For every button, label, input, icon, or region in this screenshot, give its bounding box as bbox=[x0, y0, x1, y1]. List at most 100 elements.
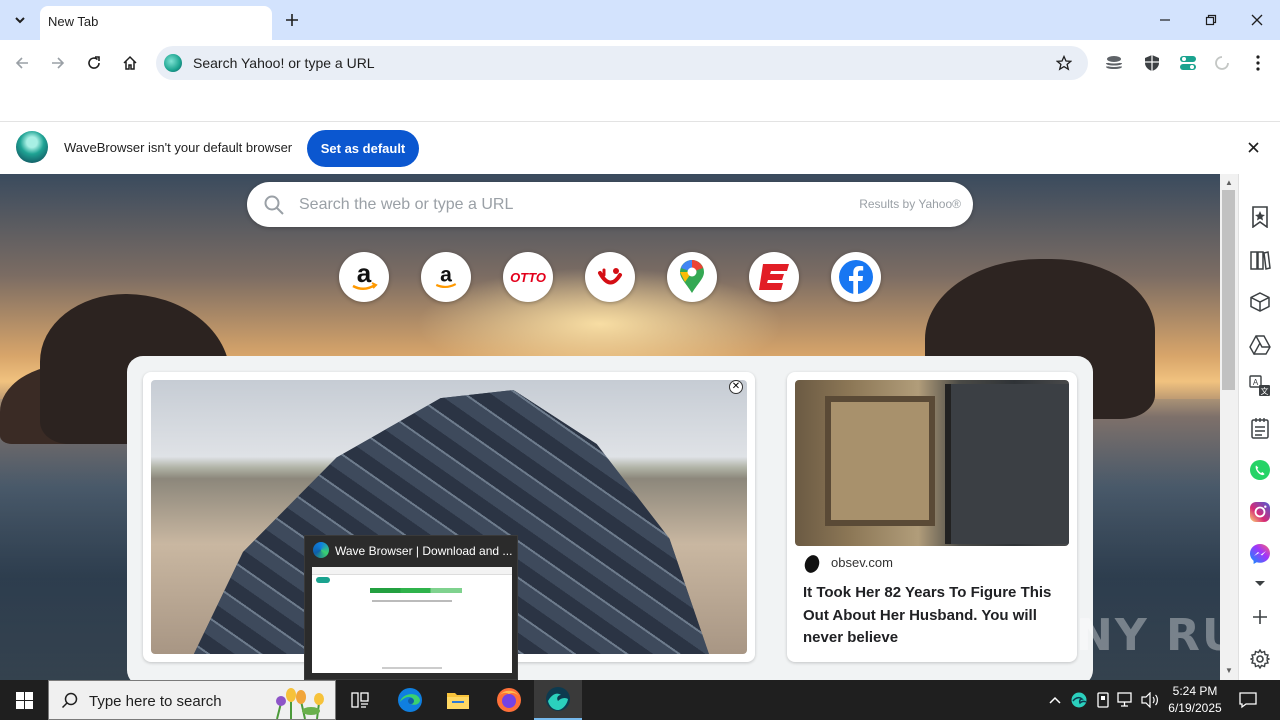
shortcut-google-maps[interactable] bbox=[667, 252, 717, 302]
new-tab-button[interactable] bbox=[280, 8, 304, 32]
scroll-up-arrow[interactable]: ▲ bbox=[1224, 178, 1234, 188]
extension-toggle-button[interactable] bbox=[1175, 50, 1201, 76]
file-explorer-icon bbox=[447, 693, 469, 709]
chevron-down-icon bbox=[1255, 581, 1265, 586]
notification-center-button[interactable] bbox=[1236, 688, 1260, 712]
minimize-icon bbox=[1160, 19, 1170, 21]
sidebar-settings[interactable] bbox=[1247, 646, 1273, 672]
browser-menu-button[interactable] bbox=[1245, 50, 1271, 76]
reload-button[interactable] bbox=[79, 48, 109, 78]
tray-show-hidden[interactable] bbox=[1046, 691, 1064, 709]
infobar-close-button[interactable] bbox=[1242, 136, 1264, 158]
loading-icon bbox=[1215, 56, 1229, 70]
news-headline[interactable]: It Took Her 82 Years To Figure This Out … bbox=[803, 582, 1065, 650]
usb-device-icon bbox=[1097, 692, 1109, 708]
taskbar-wavebrowser[interactable] bbox=[534, 680, 582, 720]
task-view-icon bbox=[351, 692, 369, 708]
results-by-yahoo: Results by Yahoo® bbox=[859, 197, 961, 211]
tray-device[interactable] bbox=[1094, 691, 1112, 709]
taskbar-window-preview[interactable]: Wave Browser | Download and ... bbox=[304, 535, 518, 680]
close-icon bbox=[1247, 141, 1259, 153]
close-window-button[interactable] bbox=[1234, 0, 1280, 40]
tray-network[interactable] bbox=[1117, 691, 1135, 709]
shortcut-espn[interactable] bbox=[749, 252, 799, 302]
restore-button[interactable] bbox=[1188, 0, 1234, 40]
preview-thumb-text bbox=[372, 600, 452, 602]
svg-text:a: a bbox=[440, 263, 452, 286]
close-ad-button[interactable]: ✕ bbox=[729, 380, 743, 394]
tab-title: New Tab bbox=[48, 14, 99, 29]
tab-new-tab[interactable]: New Tab bbox=[40, 6, 272, 40]
shortcut-tui[interactable] bbox=[585, 252, 635, 302]
minimize-button[interactable] bbox=[1142, 0, 1188, 40]
chevron-up-icon bbox=[1049, 696, 1061, 704]
svg-text:a: a bbox=[357, 260, 372, 288]
tray-wavebrowser[interactable] bbox=[1070, 691, 1088, 709]
sidebar-cube[interactable] bbox=[1247, 289, 1273, 315]
address-bar[interactable]: Search Yahoo! or type a URL bbox=[156, 46, 1088, 80]
back-button[interactable] bbox=[7, 48, 37, 78]
safe-door bbox=[945, 384, 1069, 544]
task-view-button[interactable] bbox=[336, 680, 384, 720]
tray-volume[interactable] bbox=[1141, 691, 1159, 709]
forward-button[interactable] bbox=[43, 48, 73, 78]
clock-time: 5:24 PM bbox=[1172, 684, 1218, 698]
network-icon bbox=[1117, 692, 1132, 707]
taskbar-clock[interactable]: 5:24 PM 6/19/2025 bbox=[1160, 683, 1230, 717]
translate-icon: A文 bbox=[1249, 375, 1270, 396]
start-button[interactable] bbox=[0, 680, 48, 720]
taskbar-firefox[interactable] bbox=[485, 680, 533, 720]
settings-icon bbox=[1250, 649, 1270, 669]
bookmark-icon bbox=[1252, 206, 1268, 228]
taskbar-file-explorer[interactable] bbox=[434, 680, 482, 720]
set-as-default-button[interactable]: Set as default bbox=[307, 130, 419, 167]
sidebar-drive[interactable] bbox=[1247, 332, 1273, 358]
taskbar-search-box[interactable]: Type here to search bbox=[48, 680, 336, 720]
shortcut-facebook[interactable] bbox=[831, 252, 881, 302]
wavebrowser-icon bbox=[1071, 692, 1087, 708]
amazon-icon: a bbox=[352, 260, 378, 290]
search-icon bbox=[264, 195, 284, 215]
sidebar-messenger[interactable] bbox=[1247, 541, 1273, 567]
edge-icon bbox=[313, 542, 329, 558]
sidebar-whatsapp[interactable] bbox=[1247, 457, 1273, 483]
extension-stack-button[interactable] bbox=[1101, 50, 1127, 76]
shortcut-amazon-alt[interactable]: a bbox=[421, 252, 471, 302]
sidebar-add[interactable] bbox=[1247, 604, 1273, 630]
page-scrollbar[interactable]: ▲ ▼ bbox=[1220, 174, 1238, 680]
tab-search-button[interactable] bbox=[6, 6, 34, 34]
sidebar-reading-list[interactable] bbox=[1247, 247, 1273, 273]
preview-thumbnail bbox=[312, 567, 512, 673]
google-maps-icon bbox=[680, 260, 704, 293]
preview-thumb-toolbar bbox=[312, 567, 512, 575]
home-icon bbox=[123, 55, 137, 70]
notification-icon bbox=[1239, 692, 1257, 709]
sidebar-notes[interactable] bbox=[1247, 415, 1273, 441]
extension-loading-button[interactable] bbox=[1209, 50, 1235, 76]
svg-text:OTTO: OTTO bbox=[510, 270, 546, 285]
shortcut-otto[interactable]: OTTO bbox=[503, 252, 553, 302]
scroll-down-arrow[interactable]: ▼ bbox=[1224, 666, 1234, 676]
sidebar-bookmarks[interactable] bbox=[1247, 204, 1273, 230]
book-icon bbox=[1250, 251, 1271, 270]
plus-icon bbox=[1253, 610, 1267, 624]
whatsapp-icon bbox=[1250, 460, 1270, 480]
home-button[interactable] bbox=[115, 48, 145, 78]
reload-icon bbox=[88, 56, 100, 69]
search-box[interactable]: Search the web or type a URL Results by … bbox=[247, 182, 973, 227]
taskbar-edge[interactable] bbox=[386, 680, 434, 720]
extension-shield-button[interactable] bbox=[1139, 50, 1165, 76]
taskbar-search-placeholder: Type here to search bbox=[89, 693, 222, 710]
bookmark-star-button[interactable] bbox=[1052, 51, 1076, 75]
tab-strip: New Tab bbox=[0, 0, 1280, 40]
espn-icon bbox=[759, 264, 789, 290]
news-card[interactable]: obsev.com It Took Her 82 Years To Figure… bbox=[787, 372, 1077, 662]
cube-icon bbox=[1250, 292, 1270, 312]
scroll-thumb[interactable] bbox=[1222, 190, 1235, 390]
shortcut-amazon[interactable]: a bbox=[339, 252, 389, 302]
firefox-icon bbox=[497, 688, 521, 712]
sidebar-more[interactable] bbox=[1247, 571, 1273, 597]
sidebar-instagram[interactable] bbox=[1247, 499, 1273, 525]
sidebar-translate[interactable]: A文 bbox=[1247, 373, 1273, 399]
instagram-icon bbox=[1250, 502, 1270, 522]
